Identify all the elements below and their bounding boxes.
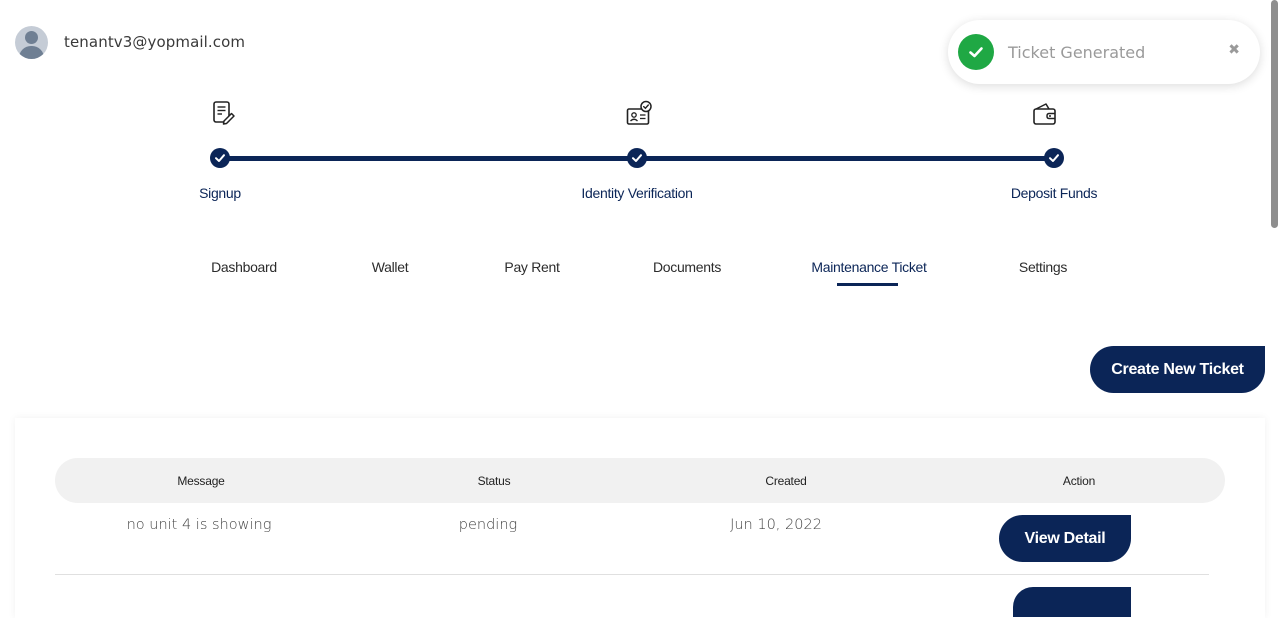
cell-created: Jun 10, 2022 — [730, 517, 822, 533]
cell-status: pending — [458, 517, 518, 533]
user-avatar-icon — [15, 26, 48, 59]
check-circle-icon — [958, 34, 994, 70]
toast-notification: Ticket Generated ✖ — [948, 20, 1260, 84]
wallet-icon — [1033, 103, 1056, 125]
active-tab-indicator — [837, 283, 898, 286]
create-new-ticket-button[interactable]: Create New Ticket — [1090, 346, 1265, 393]
signup-form-icon — [213, 101, 235, 125]
column-header-message: Message — [177, 474, 225, 488]
step-complete-icon — [210, 148, 230, 168]
step-label-signup: Signup — [199, 185, 241, 201]
view-detail-button-partial[interactable] — [1013, 587, 1131, 617]
user-email: tenantv3@yopmail.com — [64, 32, 246, 51]
user-profile[interactable]: tenantv3@yopmail.com — [15, 26, 245, 59]
close-icon[interactable]: ✖ — [1228, 41, 1240, 58]
row-divider — [55, 574, 1209, 575]
id-card-check-icon — [626, 100, 652, 125]
view-detail-button[interactable]: View Detail — [999, 515, 1131, 562]
cell-message: no unit 4 is showing — [126, 517, 272, 533]
step-label-deposit-funds: Deposit Funds — [1010, 185, 1098, 201]
tab-documents[interactable]: Documents — [653, 259, 721, 275]
step-complete-icon — [627, 148, 647, 168]
tab-dashboard[interactable]: Dashboard — [211, 259, 277, 275]
step-complete-icon — [1044, 148, 1064, 168]
column-header-status: Status — [477, 474, 511, 488]
tab-wallet[interactable]: Wallet — [372, 259, 409, 275]
column-header-created: Created — [765, 474, 807, 488]
scrollbar-thumb[interactable] — [1271, 0, 1278, 228]
step-label-identity-verification: Identity Verification — [581, 185, 693, 201]
column-header-action: Action — [1062, 474, 1096, 488]
toast-message: Ticket Generated — [1008, 42, 1146, 62]
tab-maintenance-ticket[interactable]: Maintenance Ticket — [811, 259, 927, 275]
tab-pay-rent[interactable]: Pay Rent — [504, 259, 559, 275]
table-header: Message Status Created Action — [55, 458, 1225, 503]
tab-settings[interactable]: Settings — [1019, 259, 1067, 275]
tickets-card: Message Status Created Action no unit 4 … — [15, 418, 1265, 618]
